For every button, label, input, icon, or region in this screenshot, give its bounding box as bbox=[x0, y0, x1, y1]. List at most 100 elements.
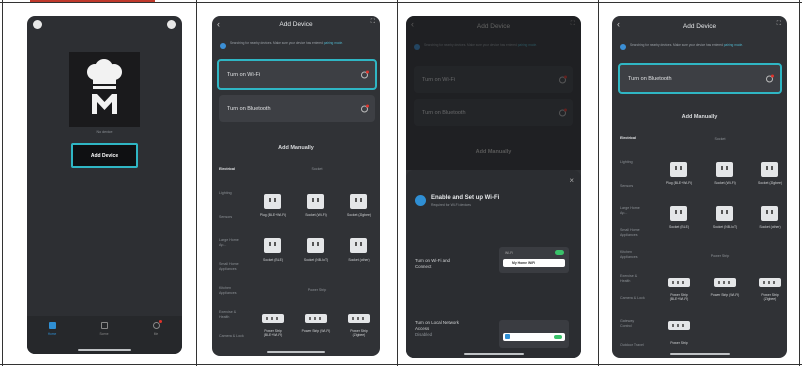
wifi-icon bbox=[361, 70, 369, 78]
power-strip-icon[interactable] bbox=[714, 278, 736, 287]
power-strip-icon[interactable] bbox=[262, 314, 284, 323]
device-label: Socket (NB-IoT) bbox=[303, 258, 329, 262]
power-strip-icon[interactable] bbox=[759, 278, 781, 287]
socket-device-icon[interactable] bbox=[761, 206, 778, 221]
dim-overlay bbox=[406, 16, 581, 170]
category-electrical[interactable]: Electrical bbox=[219, 167, 235, 172]
category-lighting[interactable]: Lighting bbox=[219, 191, 232, 196]
group-power-strip: Power Strip bbox=[710, 254, 730, 258]
device-status: No device bbox=[96, 130, 113, 134]
home-indicator bbox=[670, 353, 730, 355]
local-network-preview[interactable] bbox=[499, 320, 569, 348]
power-strip-icon[interactable] bbox=[668, 278, 690, 287]
grid-top-line bbox=[0, 2, 802, 3]
group-socket: Socket bbox=[311, 167, 323, 171]
category-camera[interactable]: Camera & Lock bbox=[620, 296, 646, 301]
close-icon[interactable]: × bbox=[569, 176, 574, 185]
category-kitchen[interactable]: Kitchen Appliances bbox=[219, 286, 245, 295]
page-title: Add Device bbox=[682, 23, 717, 30]
category-exercise[interactable]: Exercise & Health bbox=[620, 274, 646, 283]
device-label: Power Strip (Zigbee) bbox=[761, 293, 779, 302]
power-strip-icon[interactable] bbox=[668, 321, 690, 330]
screen-enable-wifi: ‹ Add Device ⛶ Searching for nearby devi… bbox=[406, 16, 581, 358]
category-small-home[interactable]: Small Home Appliances bbox=[219, 262, 245, 271]
grid-bottom-line bbox=[0, 364, 802, 365]
notice-text: Searching for nearby devices. Make sure … bbox=[630, 43, 723, 47]
socket-device-icon[interactable] bbox=[264, 238, 281, 253]
socket-device-icon[interactable] bbox=[716, 206, 733, 221]
screen-home: No device Add Device Home Scene Me bbox=[27, 16, 182, 354]
grid-line bbox=[598, 0, 599, 366]
search-notice: Searching for nearby devices. Make sure … bbox=[630, 43, 780, 48]
wifi-setup-icon bbox=[415, 195, 426, 206]
socket-device-icon[interactable] bbox=[670, 206, 687, 221]
category-camera[interactable]: Camera & Lock bbox=[219, 334, 245, 339]
scan-icon[interactable]: ⛶ bbox=[777, 21, 781, 28]
brand-logo bbox=[69, 52, 140, 127]
tab-label: Me bbox=[153, 332, 159, 336]
add-manually-heading: Add Manually bbox=[681, 114, 718, 120]
pairing-mode-link[interactable]: pairing mode. bbox=[324, 41, 343, 45]
tab-me[interactable]: Me bbox=[145, 320, 167, 336]
device-label: Socket (other) bbox=[348, 258, 370, 262]
socket-device-icon[interactable] bbox=[350, 238, 367, 253]
device-label: Power Strip (Wi-Fi) bbox=[710, 293, 740, 297]
searching-icon bbox=[220, 43, 226, 49]
device-label: Socket (BLE) bbox=[669, 225, 689, 229]
add-device-label: Add Device bbox=[90, 153, 119, 159]
pairing-mode-link[interactable]: pairing mode. bbox=[724, 43, 743, 47]
category-kitchen[interactable]: Kitchen Appliances bbox=[620, 250, 646, 259]
tab-home[interactable]: Home bbox=[41, 322, 63, 336]
device-label: Power Strip (Zigbee) bbox=[350, 329, 368, 338]
preview-field bbox=[503, 333, 565, 341]
category-small-home[interactable]: Small Home Appliances bbox=[620, 228, 646, 237]
bluetooth-icon bbox=[766, 74, 774, 82]
socket-device-icon[interactable] bbox=[350, 194, 367, 209]
socket-device-icon[interactable] bbox=[307, 238, 324, 253]
device-label: Socket (Wi-Fi) bbox=[305, 213, 327, 217]
category-electrical[interactable]: Electrical bbox=[620, 136, 636, 141]
option-label: Turn on Bluetooth bbox=[227, 105, 271, 112]
avatar[interactable] bbox=[33, 20, 42, 29]
category-gateway[interactable]: Gateway Control bbox=[620, 319, 646, 328]
network-name[interactable]: My Home WiFi bbox=[503, 259, 565, 267]
wifi-preview[interactable]: Wi-Fi My Home WiFi bbox=[499, 247, 569, 273]
socket-device-icon[interactable] bbox=[761, 162, 778, 177]
home-indicator bbox=[78, 349, 131, 351]
wifi-label: Wi-Fi bbox=[505, 251, 513, 255]
socket-device-icon[interactable] bbox=[307, 194, 324, 209]
category-sensors[interactable]: Sensors bbox=[620, 184, 633, 189]
grid-line bbox=[196, 0, 197, 366]
category-outdoor[interactable]: Outdoor Travel bbox=[620, 343, 646, 348]
device-label: Power Strip (Wi-Fi) bbox=[301, 329, 331, 333]
searching-icon bbox=[620, 44, 626, 50]
device-label: Socket (Wi-Fi) bbox=[714, 181, 736, 185]
socket-device-icon[interactable] bbox=[264, 194, 281, 209]
modal-subtitle: Required for Wi-Fi devices bbox=[431, 203, 471, 207]
category-sensors[interactable]: Sensors bbox=[219, 215, 232, 220]
tab-label: Home bbox=[47, 332, 57, 336]
category-exercise[interactable]: Exercise & Health bbox=[219, 310, 245, 319]
category-large-home[interactable]: Large Home Ap... bbox=[219, 238, 245, 247]
screen-add-device-wifi: ‹ Add Device ⛶ Searching for nearby devi… bbox=[212, 16, 380, 356]
local-network-status: Disabled bbox=[415, 332, 433, 337]
add-icon[interactable] bbox=[167, 20, 176, 29]
socket-device-icon[interactable] bbox=[716, 162, 733, 177]
device-label: Socket (BLE) bbox=[263, 258, 283, 262]
turn-on-bluetooth-option[interactable]: Turn on Bluetooth bbox=[618, 63, 782, 94]
power-strip-icon[interactable] bbox=[305, 314, 327, 323]
device-label: Power Strip (BLE+Wi-Fi) bbox=[263, 329, 283, 338]
add-device-button[interactable]: Add Device bbox=[71, 143, 138, 168]
home-icon bbox=[48, 322, 56, 329]
device-label: Socket (other) bbox=[759, 225, 781, 229]
category-large-home[interactable]: Large Home Ap... bbox=[620, 206, 646, 215]
power-strip-icon[interactable] bbox=[348, 314, 370, 323]
turn-on-wifi-option[interactable]: Turn on Wi-Fi bbox=[217, 59, 377, 90]
wifi-toggle[interactable] bbox=[555, 250, 564, 255]
scene-icon bbox=[100, 322, 108, 329]
socket-device-icon[interactable] bbox=[670, 162, 687, 177]
turn-on-bluetooth-option[interactable]: Turn on Bluetooth bbox=[219, 95, 375, 122]
tab-scene[interactable]: Scene bbox=[93, 322, 115, 336]
category-lighting[interactable]: Lighting bbox=[620, 160, 633, 165]
scan-icon[interactable]: ⛶ bbox=[371, 19, 375, 26]
